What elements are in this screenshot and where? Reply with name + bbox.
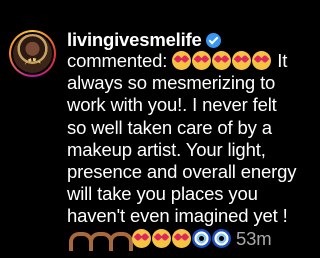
- heart-eyes-emoji: [152, 228, 171, 248]
- heart-eyes-emoji: [212, 51, 232, 70]
- heart-eyes-emoji: [172, 228, 191, 248]
- timestamp: 53m: [236, 227, 272, 249]
- evil-eye-emoji: [192, 228, 211, 248]
- notification-content: livingivesmelife commented: It always so…: [67, 30, 297, 251]
- heart-hands-emoji: [67, 229, 93, 251]
- comment-body: It always so mesmerizing to work with yo…: [67, 50, 297, 227]
- verified-badge-icon: [205, 32, 221, 48]
- heart-hands-emoji: [107, 229, 133, 251]
- heart-eyes-emoji: [172, 51, 192, 70]
- heart-eyes-emoji: [252, 51, 272, 70]
- avatar-story-ring: [11, 32, 54, 75]
- evil-eye-emoji: [212, 228, 231, 248]
- comment-notification[interactable]: livingivesmelife commented: It always so…: [0, 0, 300, 258]
- avatar[interactable]: [9, 30, 56, 77]
- comment-text: commented: It always so mesmerizing to w…: [67, 50, 299, 251]
- heart-hands-emoji: [87, 229, 113, 251]
- username[interactable]: livingivesmelife: [67, 30, 202, 50]
- avatar-photo: [13, 34, 52, 73]
- heart-eyes-emoji: [232, 51, 252, 70]
- user-row: livingivesmelife: [67, 30, 295, 50]
- heart-eyes-emoji: [132, 228, 151, 248]
- heart-eyes-emoji: [192, 51, 212, 70]
- action-label: commented:: [67, 50, 168, 71]
